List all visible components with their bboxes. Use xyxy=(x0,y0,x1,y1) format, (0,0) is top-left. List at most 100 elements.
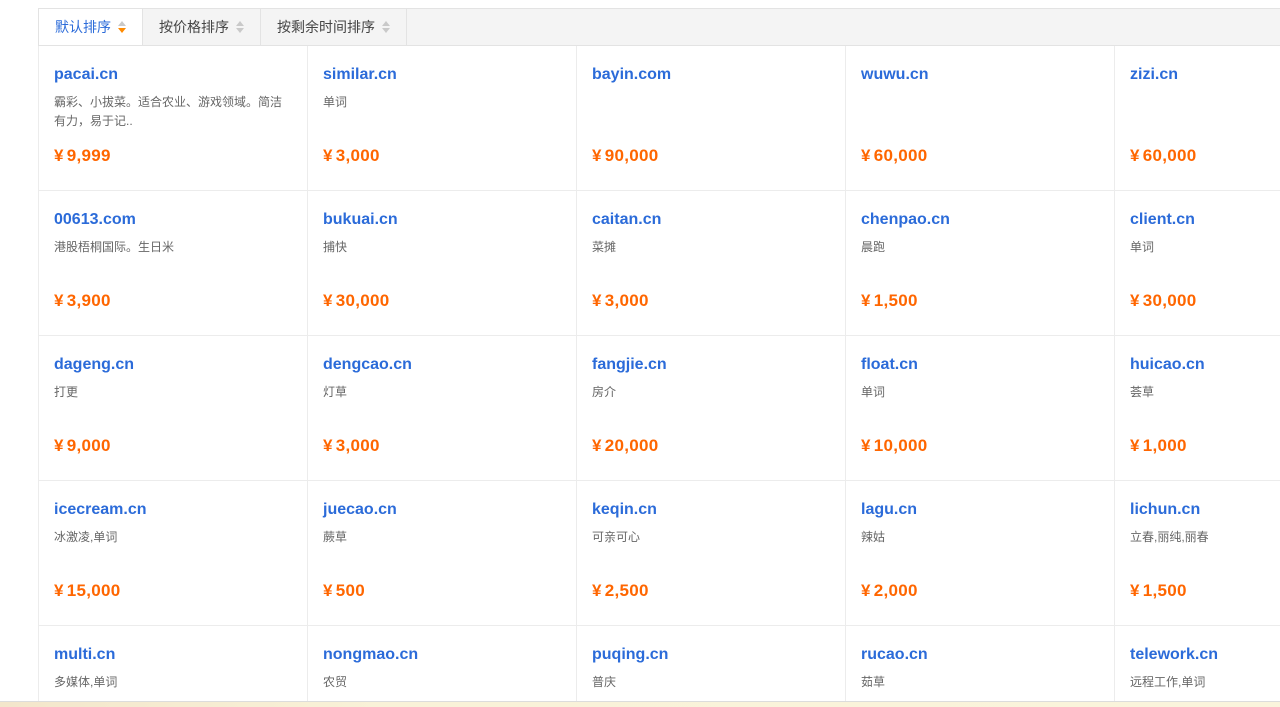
domain-link[interactable]: icecream.cn xyxy=(54,501,293,519)
domain-link[interactable]: bukuai.cn xyxy=(323,211,562,229)
domain-card: chenpao.cn 晨跑 ¥1,500 xyxy=(846,191,1115,336)
domain-link[interactable]: similar.cn xyxy=(323,66,562,84)
domain-card: bukuai.cn 捕快 ¥30,000 xyxy=(308,191,577,336)
bottom-banner-edge xyxy=(0,701,1280,707)
domain-price: ¥1,000 xyxy=(1130,436,1187,456)
price-amount: 500 xyxy=(336,581,365,600)
domain-card: huicao.cn 荟草 ¥1,000 xyxy=(1115,336,1280,481)
yen-symbol: ¥ xyxy=(54,581,64,600)
domain-link[interactable]: multi.cn xyxy=(54,646,293,664)
yen-symbol: ¥ xyxy=(861,291,871,310)
tab-time-left-sort[interactable]: 按剩余时间排序 xyxy=(261,9,407,45)
price-amount: 30,000 xyxy=(1143,291,1197,310)
domain-card: float.cn 单词 ¥10,000 xyxy=(846,336,1115,481)
domain-link[interactable]: caitan.cn xyxy=(592,211,831,229)
price-amount: 3,900 xyxy=(67,291,111,310)
domain-card: client.cn 单词 ¥30,000 xyxy=(1115,191,1280,336)
domain-price: ¥30,000 xyxy=(323,291,390,311)
domain-card: multi.cn 多媒体,单词 xyxy=(39,626,308,707)
yen-symbol: ¥ xyxy=(592,291,602,310)
domain-description: 打更 xyxy=(54,383,293,402)
domain-link[interactable]: lichun.cn xyxy=(1130,501,1280,519)
domain-link[interactable]: client.cn xyxy=(1130,211,1280,229)
domain-price: ¥10,000 xyxy=(861,436,928,456)
domain-description: 单词 xyxy=(323,93,562,112)
tab-time-left-sort-label: 按剩余时间排序 xyxy=(277,17,375,37)
price-amount: 3,000 xyxy=(336,436,380,455)
price-amount: 1,500 xyxy=(1143,581,1187,600)
domain-link[interactable]: dageng.cn xyxy=(54,356,293,374)
domain-description: 港股梧桐国际。生日米 xyxy=(54,238,293,257)
price-amount: 20,000 xyxy=(605,436,659,455)
domain-price: ¥90,000 xyxy=(592,146,659,166)
domain-card: wuwu.cn ¥60,000 xyxy=(846,46,1115,191)
domain-card: icecream.cn 冰激凌,单词 ¥15,000 xyxy=(39,481,308,626)
price-amount: 10,000 xyxy=(874,436,928,455)
domain-card: bayin.com ¥90,000 xyxy=(577,46,846,191)
domain-price: ¥60,000 xyxy=(1130,146,1197,166)
domain-card: lagu.cn 辣姑 ¥2,000 xyxy=(846,481,1115,626)
domain-price: ¥9,999 xyxy=(54,146,111,166)
domain-price: ¥3,000 xyxy=(323,146,380,166)
domain-price: ¥1,500 xyxy=(1130,581,1187,601)
domain-card: lichun.cn 立春,丽纯,丽春 ¥1,500 xyxy=(1115,481,1280,626)
domain-price: ¥1,500 xyxy=(861,291,918,311)
sort-arrows-icon xyxy=(118,21,126,33)
domain-card: similar.cn 单词 ¥3,000 xyxy=(308,46,577,191)
yen-symbol: ¥ xyxy=(861,146,871,165)
yen-symbol: ¥ xyxy=(323,291,333,310)
domain-price: ¥15,000 xyxy=(54,581,121,601)
domain-description: 单词 xyxy=(861,383,1100,402)
price-amount: 3,000 xyxy=(336,146,380,165)
tab-price-sort[interactable]: 按价格排序 xyxy=(143,9,261,45)
domain-description: 立春,丽纯,丽春 xyxy=(1130,528,1280,547)
domain-description: 农贸 xyxy=(323,673,562,692)
domain-description: 菜摊 xyxy=(592,238,831,257)
domain-card: nongmao.cn 农贸 xyxy=(308,626,577,707)
yen-symbol: ¥ xyxy=(323,436,333,455)
price-amount: 2,000 xyxy=(874,581,918,600)
yen-symbol: ¥ xyxy=(1130,146,1140,165)
domain-card: keqin.cn 可亲可心 ¥2,500 xyxy=(577,481,846,626)
price-amount: 1,500 xyxy=(874,291,918,310)
domain-link[interactable]: lagu.cn xyxy=(861,501,1100,519)
sort-tabbar: 默认排序 按价格排序 按剩余时间排序 xyxy=(38,8,1280,46)
domain-description: 单词 xyxy=(1130,238,1280,257)
price-amount: 60,000 xyxy=(1143,146,1197,165)
domain-link[interactable]: float.cn xyxy=(861,356,1100,374)
domain-card: fangjie.cn 房介 ¥20,000 xyxy=(577,336,846,481)
domain-description: 普庆 xyxy=(592,673,831,692)
price-amount: 15,000 xyxy=(67,581,121,600)
domain-link[interactable]: wuwu.cn xyxy=(861,66,1100,84)
domain-link[interactable]: rucao.cn xyxy=(861,646,1100,664)
domain-description: 蕨草 xyxy=(323,528,562,547)
tab-price-sort-label: 按价格排序 xyxy=(159,17,229,37)
domain-link[interactable]: huicao.cn xyxy=(1130,356,1280,374)
domain-description: 荟草 xyxy=(1130,383,1280,402)
domain-link[interactable]: puqing.cn xyxy=(592,646,831,664)
domain-description: 可亲可心 xyxy=(592,528,831,547)
domain-link[interactable]: juecao.cn xyxy=(323,501,562,519)
domain-card: puqing.cn 普庆 xyxy=(577,626,846,707)
domain-link[interactable]: fangjie.cn xyxy=(592,356,831,374)
domain-description: 辣姑 xyxy=(861,528,1100,547)
sort-arrows-icon xyxy=(236,21,244,33)
yen-symbol: ¥ xyxy=(592,146,602,165)
price-amount: 3,000 xyxy=(605,291,649,310)
domain-link[interactable]: 00613.com xyxy=(54,211,293,229)
domain-link[interactable]: zizi.cn xyxy=(1130,66,1280,84)
tab-default-sort[interactable]: 默认排序 xyxy=(39,9,143,45)
domain-link[interactable]: pacai.cn xyxy=(54,66,293,84)
domain-link[interactable]: chenpao.cn xyxy=(861,211,1100,229)
domain-price: ¥30,000 xyxy=(1130,291,1197,311)
domain-link[interactable]: telework.cn xyxy=(1130,646,1280,664)
domain-description: 远程工作,单词 xyxy=(1130,673,1280,692)
yen-symbol: ¥ xyxy=(592,436,602,455)
domain-link[interactable]: nongmao.cn xyxy=(323,646,562,664)
domain-link[interactable]: keqin.cn xyxy=(592,501,831,519)
domain-price: ¥9,000 xyxy=(54,436,111,456)
domain-price: ¥20,000 xyxy=(592,436,659,456)
domain-card: dengcao.cn 灯草 ¥3,000 xyxy=(308,336,577,481)
domain-link[interactable]: bayin.com xyxy=(592,66,831,84)
domain-link[interactable]: dengcao.cn xyxy=(323,356,562,374)
